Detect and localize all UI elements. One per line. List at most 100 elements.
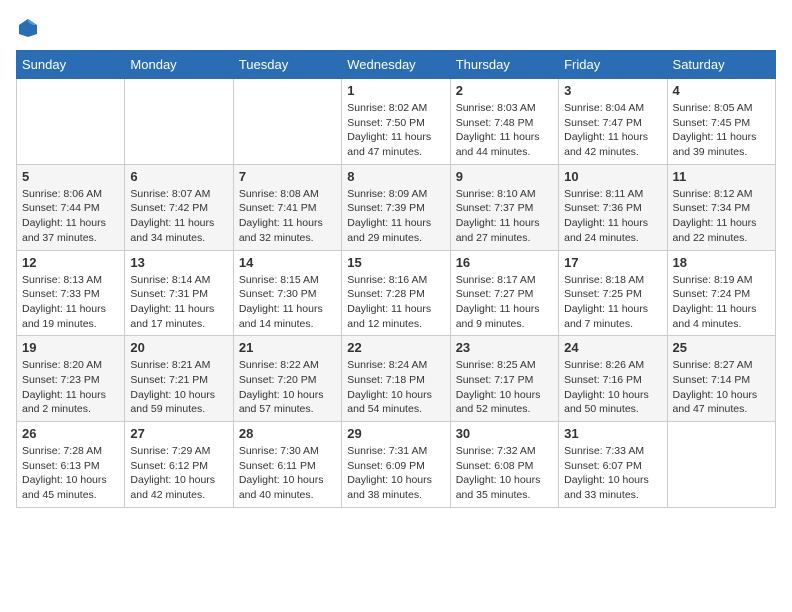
- col-header-friday: Friday: [559, 51, 667, 79]
- day-number: 29: [347, 426, 444, 441]
- calendar-cell: 24 Sunrise: 8:26 AMSunset: 7:16 PMDayligh…: [559, 336, 667, 422]
- calendar-cell: 17 Sunrise: 8:18 AMSunset: 7:25 PMDayligh…: [559, 250, 667, 336]
- day-number: 11: [673, 169, 770, 184]
- day-number: 9: [456, 169, 553, 184]
- day-number: 8: [347, 169, 444, 184]
- day-info: Sunrise: 8:24 AMSunset: 7:18 PMDaylight:…: [347, 358, 444, 417]
- calendar-cell: 7 Sunrise: 8:08 AMSunset: 7:41 PMDaylight…: [233, 164, 341, 250]
- calendar-cell: [17, 79, 125, 165]
- calendar-cell: 13 Sunrise: 8:14 AMSunset: 7:31 PMDayligh…: [125, 250, 233, 336]
- calendar-table: SundayMondayTuesdayWednesdayThursdayFrid…: [16, 50, 776, 508]
- day-info: Sunrise: 8:12 AMSunset: 7:34 PMDaylight:…: [673, 187, 770, 246]
- week-row-2: 5 Sunrise: 8:06 AMSunset: 7:44 PMDaylight…: [17, 164, 776, 250]
- day-number: 5: [22, 169, 119, 184]
- day-number: 3: [564, 83, 661, 98]
- day-number: 19: [22, 340, 119, 355]
- col-header-thursday: Thursday: [450, 51, 558, 79]
- day-info: Sunrise: 8:17 AMSunset: 7:27 PMDaylight:…: [456, 273, 553, 332]
- calendar-cell: [125, 79, 233, 165]
- calendar-cell: 20 Sunrise: 8:21 AMSunset: 7:21 PMDayligh…: [125, 336, 233, 422]
- day-number: 16: [456, 255, 553, 270]
- day-number: 27: [130, 426, 227, 441]
- day-number: 21: [239, 340, 336, 355]
- col-header-saturday: Saturday: [667, 51, 775, 79]
- week-row-1: 1 Sunrise: 8:02 AMSunset: 7:50 PMDaylight…: [17, 79, 776, 165]
- week-row-3: 12 Sunrise: 8:13 AMSunset: 7:33 PMDayligh…: [17, 250, 776, 336]
- day-info: Sunrise: 8:11 AMSunset: 7:36 PMDaylight:…: [564, 187, 661, 246]
- day-number: 26: [22, 426, 119, 441]
- day-info: Sunrise: 8:05 AMSunset: 7:45 PMDaylight:…: [673, 101, 770, 160]
- day-info: Sunrise: 8:15 AMSunset: 7:30 PMDaylight:…: [239, 273, 336, 332]
- day-info: Sunrise: 8:08 AMSunset: 7:41 PMDaylight:…: [239, 187, 336, 246]
- day-info: Sunrise: 8:18 AMSunset: 7:25 PMDaylight:…: [564, 273, 661, 332]
- day-info: Sunrise: 7:28 AMSunset: 6:13 PMDaylight:…: [22, 444, 119, 503]
- header-row: SundayMondayTuesdayWednesdayThursdayFrid…: [17, 51, 776, 79]
- col-header-sunday: Sunday: [17, 51, 125, 79]
- day-number: 2: [456, 83, 553, 98]
- day-info: Sunrise: 7:33 AMSunset: 6:07 PMDaylight:…: [564, 444, 661, 503]
- day-number: 18: [673, 255, 770, 270]
- day-info: Sunrise: 8:06 AMSunset: 7:44 PMDaylight:…: [22, 187, 119, 246]
- day-number: 13: [130, 255, 227, 270]
- calendar-cell: 6 Sunrise: 8:07 AMSunset: 7:42 PMDaylight…: [125, 164, 233, 250]
- day-number: 17: [564, 255, 661, 270]
- day-number: 15: [347, 255, 444, 270]
- day-info: Sunrise: 8:02 AMSunset: 7:50 PMDaylight:…: [347, 101, 444, 160]
- day-number: 24: [564, 340, 661, 355]
- day-info: Sunrise: 7:31 AMSunset: 6:09 PMDaylight:…: [347, 444, 444, 503]
- calendar-cell: 27 Sunrise: 7:29 AMSunset: 6:12 PMDayligh…: [125, 422, 233, 508]
- calendar-cell: 4 Sunrise: 8:05 AMSunset: 7:45 PMDaylight…: [667, 79, 775, 165]
- day-number: 10: [564, 169, 661, 184]
- calendar-cell: 22Sunrise: 8:24 AMSunset: 7:18 PMDayligh…: [342, 336, 450, 422]
- day-number: 25: [673, 340, 770, 355]
- calendar-cell: 12 Sunrise: 8:13 AMSunset: 7:33 PMDayligh…: [17, 250, 125, 336]
- calendar-cell: 10 Sunrise: 8:11 AMSunset: 7:36 PMDayligh…: [559, 164, 667, 250]
- day-info: Sunrise: 8:03 AMSunset: 7:48 PMDaylight:…: [456, 101, 553, 160]
- calendar-cell: 18 Sunrise: 8:19 AMSunset: 7:24 PMDayligh…: [667, 250, 775, 336]
- day-number: 30: [456, 426, 553, 441]
- week-row-5: 26 Sunrise: 7:28 AMSunset: 6:13 PMDayligh…: [17, 422, 776, 508]
- day-info: Sunrise: 8:27 AMSunset: 7:14 PMDaylight:…: [673, 358, 770, 417]
- day-number: 4: [673, 83, 770, 98]
- calendar-cell: 29 Sunrise: 7:31 AMSunset: 6:09 PMDayligh…: [342, 422, 450, 508]
- day-info: Sunrise: 8:19 AMSunset: 7:24 PMDaylight:…: [673, 273, 770, 332]
- day-info: Sunrise: 8:26 AMSunset: 7:16 PMDaylight:…: [564, 358, 661, 417]
- day-info: Sunrise: 7:29 AMSunset: 6:12 PMDaylight:…: [130, 444, 227, 503]
- day-info: Sunrise: 8:13 AMSunset: 7:33 PMDaylight:…: [22, 273, 119, 332]
- day-info: Sunrise: 7:32 AMSunset: 6:08 PMDaylight:…: [456, 444, 553, 503]
- calendar-cell: 9 Sunrise: 8:10 AMSunset: 7:37 PMDaylight…: [450, 164, 558, 250]
- day-info: Sunrise: 8:16 AMSunset: 7:28 PMDaylight:…: [347, 273, 444, 332]
- day-info: Sunrise: 8:10 AMSunset: 7:37 PMDaylight:…: [456, 187, 553, 246]
- day-number: 1: [347, 83, 444, 98]
- calendar-cell: [233, 79, 341, 165]
- day-info: Sunrise: 8:22 AMSunset: 7:20 PMDaylight:…: [239, 358, 336, 417]
- logo-icon: [16, 16, 40, 40]
- day-number: 20: [130, 340, 227, 355]
- calendar-cell: 30 Sunrise: 7:32 AMSunset: 6:08 PMDayligh…: [450, 422, 558, 508]
- day-number: 14: [239, 255, 336, 270]
- day-info: Sunrise: 8:04 AMSunset: 7:47 PMDaylight:…: [564, 101, 661, 160]
- calendar-cell: 11 Sunrise: 8:12 AMSunset: 7:34 PMDayligh…: [667, 164, 775, 250]
- calendar-cell: 1 Sunrise: 8:02 AMSunset: 7:50 PMDaylight…: [342, 79, 450, 165]
- col-header-wednesday: Wednesday: [342, 51, 450, 79]
- calendar-cell: 3 Sunrise: 8:04 AMSunset: 7:47 PMDaylight…: [559, 79, 667, 165]
- calendar-cell: 26 Sunrise: 7:28 AMSunset: 6:13 PMDayligh…: [17, 422, 125, 508]
- day-number: 6: [130, 169, 227, 184]
- day-info: Sunrise: 7:30 AMSunset: 6:11 PMDaylight:…: [239, 444, 336, 503]
- calendar-cell: 28 Sunrise: 7:30 AMSunset: 6:11 PMDayligh…: [233, 422, 341, 508]
- day-number: 31: [564, 426, 661, 441]
- day-info: Sunrise: 8:14 AMSunset: 7:31 PMDaylight:…: [130, 273, 227, 332]
- calendar-cell: 31 Sunrise: 7:33 AMSunset: 6:07 PMDayligh…: [559, 422, 667, 508]
- day-info: Sunrise: 8:21 AMSunset: 7:21 PMDaylight:…: [130, 358, 227, 417]
- calendar-cell: [667, 422, 775, 508]
- calendar-cell: 8 Sunrise: 8:09 AMSunset: 7:39 PMDaylight…: [342, 164, 450, 250]
- day-info: Sunrise: 8:25 AMSunset: 7:17 PMDaylight:…: [456, 358, 553, 417]
- day-number: 7: [239, 169, 336, 184]
- logo: [16, 16, 44, 40]
- day-info: Sunrise: 8:09 AMSunset: 7:39 PMDaylight:…: [347, 187, 444, 246]
- day-number: 28: [239, 426, 336, 441]
- col-header-tuesday: Tuesday: [233, 51, 341, 79]
- calendar-cell: 25 Sunrise: 8:27 AMSunset: 7:14 PMDayligh…: [667, 336, 775, 422]
- day-number: 12: [22, 255, 119, 270]
- day-info: Sunrise: 8:07 AMSunset: 7:42 PMDaylight:…: [130, 187, 227, 246]
